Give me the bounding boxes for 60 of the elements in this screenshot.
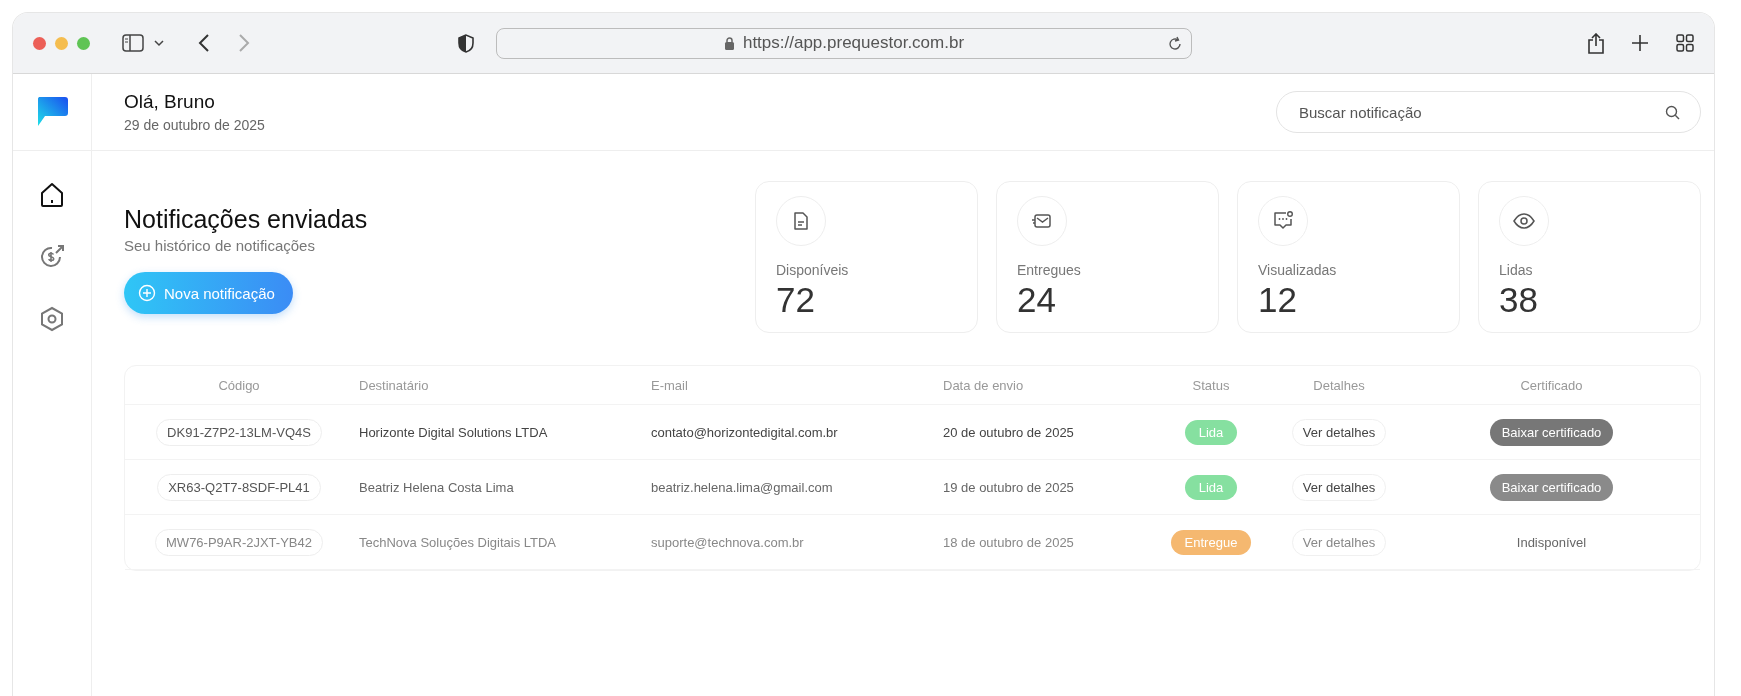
send-date: 20 de outubro de 2025 bbox=[943, 424, 1074, 440]
stat-value: 72 bbox=[776, 280, 816, 320]
column-header: Destinatário bbox=[358, 377, 430, 393]
details-button[interactable]: Ver detalhes bbox=[1291, 528, 1387, 556]
page-title: Notificações enviadas bbox=[124, 205, 368, 234]
new-notification-button[interactable]: Nova notificação bbox=[124, 272, 293, 314]
tab-grid-icon[interactable] bbox=[1676, 34, 1694, 52]
stat-label: Visualizadas bbox=[1258, 262, 1338, 278]
chat-bubble-logo-icon[interactable] bbox=[35, 96, 69, 128]
stat-value: 12 bbox=[1258, 280, 1298, 320]
stat-label: Disponíveis bbox=[776, 262, 850, 278]
document-icon bbox=[791, 211, 811, 231]
lock-icon bbox=[723, 36, 735, 50]
recipient-name: Horizonte Digital Solutions LTDA bbox=[359, 424, 548, 440]
close-button[interactable] bbox=[33, 36, 46, 50]
stat-value: 38 bbox=[1499, 280, 1539, 320]
page-subtitle: Seu histórico de notificações bbox=[124, 237, 316, 254]
chevron-down-icon[interactable] bbox=[154, 39, 164, 47]
chat-bubble-icon bbox=[1272, 210, 1294, 232]
plus-circle-icon bbox=[138, 284, 156, 302]
shield-icon[interactable] bbox=[458, 33, 474, 53]
share-icon[interactable] bbox=[1588, 32, 1604, 54]
current-date: 29 de outubro de 2025 bbox=[124, 117, 265, 133]
details-button[interactable]: Ver detalhes bbox=[1291, 418, 1387, 446]
email-address: contato@horizontedigital.com.br bbox=[651, 424, 838, 440]
send-date: 19 de outubro de 2025 bbox=[943, 479, 1074, 495]
recipient-name: TechNova Soluções Digitais LTDA bbox=[359, 534, 556, 550]
column-header: Status bbox=[1191, 377, 1231, 393]
sidebar-toggle-icon[interactable] bbox=[122, 34, 144, 52]
stat-label: Entregues bbox=[1017, 262, 1082, 278]
column-header: Data de envio bbox=[942, 377, 1025, 393]
address-bar[interactable]: https://app.prequestor.com.br bbox=[496, 27, 1192, 59]
status-badge: Lida bbox=[1184, 419, 1238, 445]
email-address: beatriz.helena.lima@gmail.com bbox=[651, 479, 833, 495]
url-text: https://app.prequestor.com.br bbox=[742, 33, 965, 53]
download-certificate-button[interactable]: Baixar certificado bbox=[1489, 418, 1614, 446]
envelope-icon bbox=[1031, 211, 1053, 231]
column-header: Código bbox=[217, 377, 261, 393]
reload-icon[interactable] bbox=[1167, 35, 1183, 52]
send-date: 18 de outubro de 2025 bbox=[943, 534, 1074, 550]
status-badge: Entregue bbox=[1170, 529, 1252, 555]
greeting: Olá, Bruno bbox=[124, 91, 216, 113]
hexagon-settings-icon[interactable] bbox=[38, 305, 66, 333]
status-badge: Lida bbox=[1184, 474, 1238, 500]
certificate-unavailable: Indisponível bbox=[1516, 534, 1587, 550]
email-address: suporte@technova.com.br bbox=[651, 534, 804, 550]
stat-value: 24 bbox=[1017, 280, 1057, 320]
column-header: E-mail bbox=[650, 377, 689, 393]
plus-icon[interactable] bbox=[1632, 35, 1648, 51]
back-icon[interactable] bbox=[198, 34, 210, 52]
stat-label: Lidas bbox=[1499, 262, 1534, 278]
download-certificate-button[interactable]: Baixar certificado bbox=[1489, 473, 1614, 501]
search-icon[interactable] bbox=[1665, 104, 1680, 120]
recipient-name: Beatriz Helena Costa Lima bbox=[359, 479, 514, 495]
column-header: Certificado bbox=[1519, 377, 1584, 393]
details-button[interactable]: Ver detalhes bbox=[1291, 473, 1387, 501]
eye-icon bbox=[1513, 213, 1535, 229]
search-field[interactable]: Buscar notificação bbox=[1297, 102, 1665, 122]
column-header: Detalhes bbox=[1312, 377, 1366, 393]
home-icon[interactable] bbox=[38, 181, 66, 209]
